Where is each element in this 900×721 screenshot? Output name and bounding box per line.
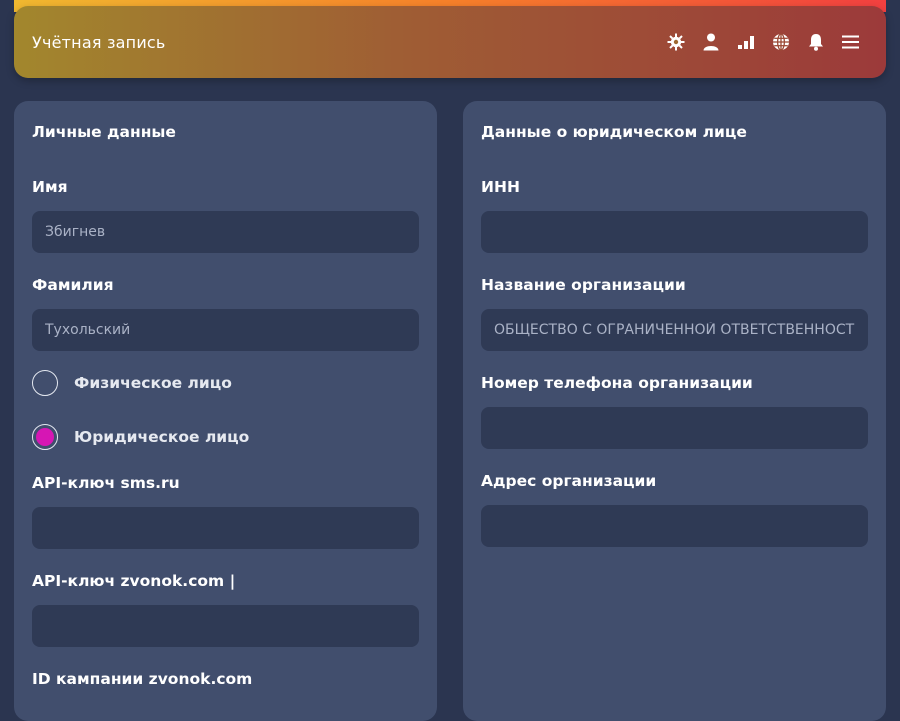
radio-legal-label: Юридическое лицо — [74, 428, 250, 446]
radio-individual-label: Физическое лицо — [74, 374, 232, 392]
personal-data-title: Личные данные — [32, 123, 176, 141]
globe-icon[interactable] — [763, 30, 798, 54]
zvonok-key-field[interactable] — [32, 605, 419, 647]
gear-icon[interactable] — [658, 30, 693, 54]
sms-key-label: API-ключ sms.ru — [32, 474, 180, 492]
header-toolbar — [658, 30, 868, 54]
chart-icon[interactable] — [728, 30, 763, 54]
first-name-field[interactable] — [32, 211, 419, 253]
zvonok-campaign-label: ID кампании zvonok.com — [32, 670, 253, 688]
user-icon[interactable] — [693, 30, 728, 54]
page-title: Учётная запись — [32, 33, 166, 52]
radio-individual[interactable]: Физическое лицо — [32, 370, 232, 396]
personal-data-card: Личные данные Имя Фамилия Физическое лиц… — [14, 101, 437, 721]
last-name-field[interactable] — [32, 309, 419, 351]
legal-entity-title: Данные о юридическом лице — [481, 123, 747, 141]
radio-individual-circle[interactable] — [32, 370, 58, 396]
inn-field[interactable] — [481, 211, 868, 253]
org-phone-label: Номер телефона организации — [481, 374, 753, 392]
app-header: Учётная запись — [14, 6, 886, 78]
radio-legal[interactable]: Юридическое лицо — [32, 424, 249, 450]
org-phone-field[interactable] — [481, 407, 868, 449]
org-address-field[interactable] — [481, 505, 868, 547]
radio-legal-selected-dot — [36, 428, 54, 446]
last-name-label: Фамилия — [32, 276, 114, 294]
bell-icon[interactable] — [798, 30, 833, 54]
org-address-label: Адрес организации — [481, 472, 657, 490]
sms-key-field[interactable] — [32, 507, 419, 549]
radio-legal-circle[interactable] — [32, 424, 58, 450]
zvonok-key-label: API-ключ zvonok.com | — [32, 572, 236, 590]
org-name-label: Название организации — [481, 276, 686, 294]
menu-icon[interactable] — [833, 30, 868, 54]
org-name-field[interactable] — [481, 309, 868, 351]
inn-label: ИНН — [481, 178, 520, 196]
first-name-label: Имя — [32, 178, 68, 196]
legal-entity-card: Данные о юридическом лице ИНН Название о… — [463, 101, 886, 721]
